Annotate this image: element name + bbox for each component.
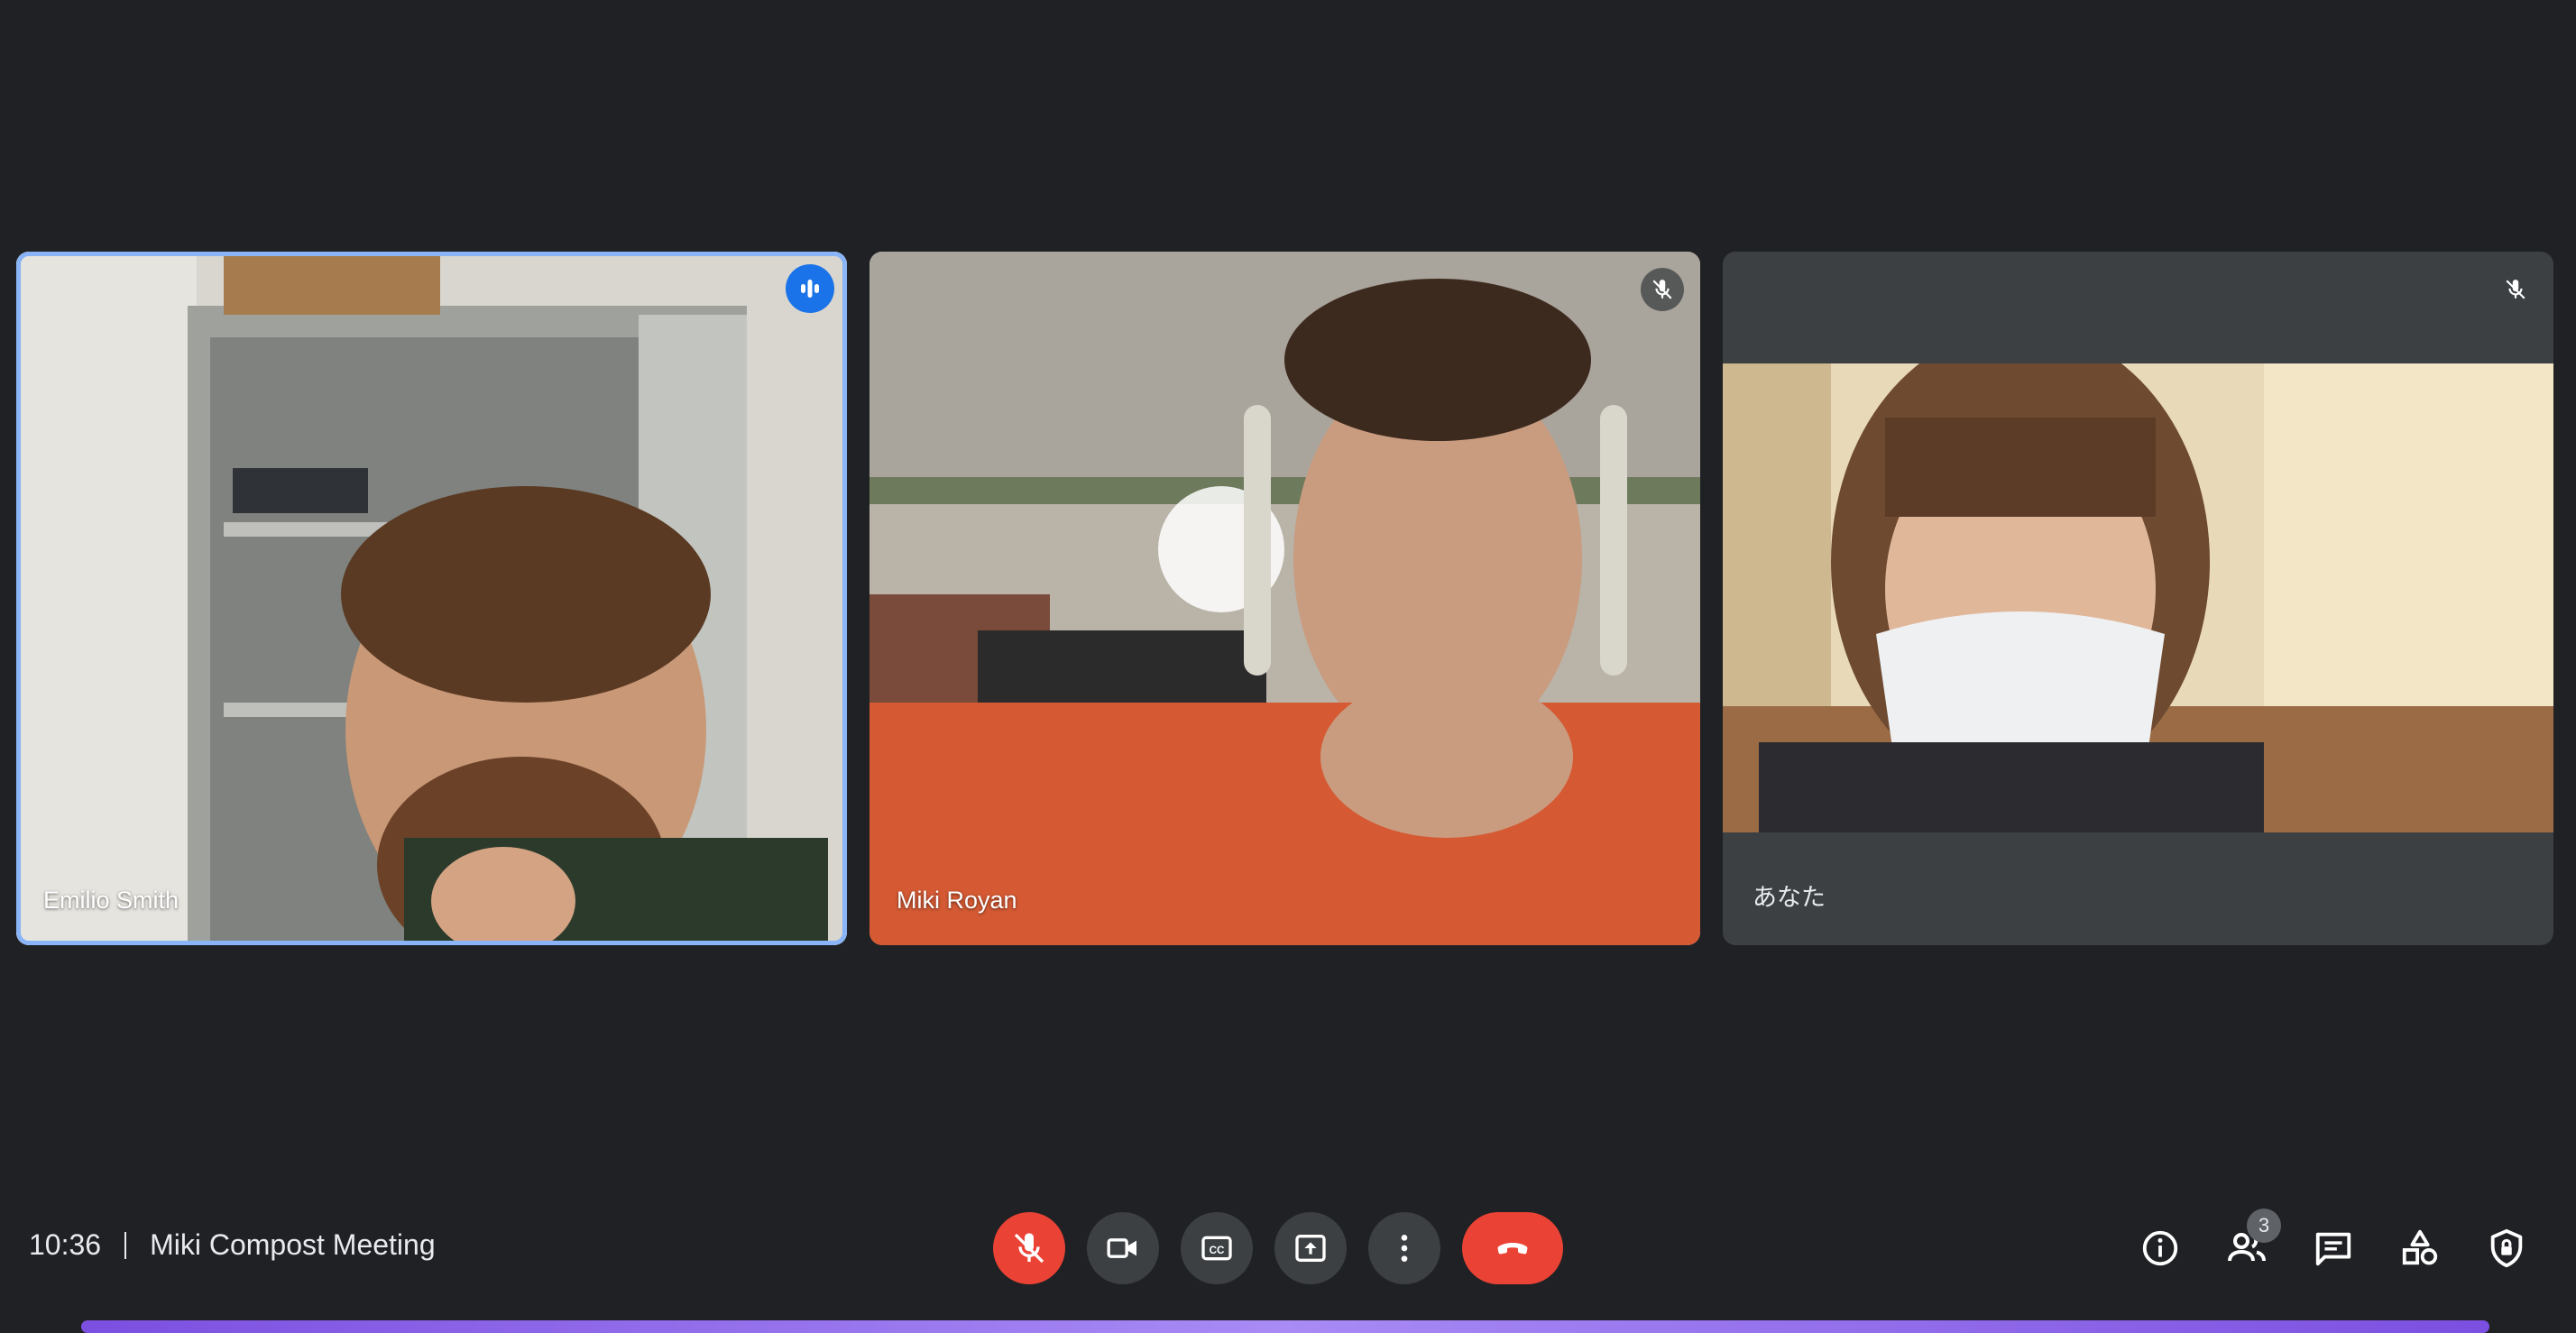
mic-off-icon — [1014, 1233, 1044, 1264]
camera-toggle-button[interactable] — [1087, 1212, 1159, 1284]
present-screen-icon — [1295, 1235, 1326, 1262]
participant-name: Miki Royan — [897, 887, 1017, 914]
call-end-icon — [1497, 1243, 1528, 1255]
videocam-icon — [1107, 1238, 1136, 1258]
present-screen-button[interactable] — [1274, 1212, 1347, 1284]
more-options-button[interactable] — [1368, 1212, 1440, 1284]
svg-text:CC: CC — [1210, 1245, 1225, 1256]
participant-tile-self[interactable]: あなた — [1723, 252, 2553, 945]
people-button[interactable]: 3 — [2218, 1209, 2281, 1277]
speaking-indicator-icon — [786, 264, 834, 313]
activities-icon — [2402, 1229, 2438, 1265]
closed-captions-icon: CC — [1201, 1236, 1232, 1261]
participant-tile-miki-royan[interactable]: Miki Royan — [869, 252, 1700, 945]
bottom-toolbar: 10:36 Miki Compost Meeting CC 3 — [0, 1200, 2576, 1297]
meeting-title: Miki Compost Meeting — [150, 1228, 436, 1261]
participant-name: Emilio Smith — [43, 887, 179, 914]
chat-button[interactable] — [2305, 1219, 2362, 1277]
info-icon — [2142, 1230, 2178, 1266]
mic-off-icon — [2494, 268, 2537, 311]
meeting-time: 10:36 — [29, 1228, 102, 1261]
captions-button[interactable]: CC — [1181, 1212, 1253, 1284]
participant-tile-emilio-smith[interactable]: Emilio Smith — [16, 252, 847, 945]
bottom-accent-strip — [81, 1320, 2489, 1333]
shield-lock-icon — [2490, 1228, 2523, 1268]
participant-video — [16, 252, 847, 945]
mic-off-icon — [1641, 268, 1684, 311]
participant-count-badge: 3 — [2247, 1209, 2281, 1243]
meet-stage: Emilio Smith Miki Royan あなた 10:36 Miki C… — [0, 0, 2576, 1333]
meeting-info: 10:36 Miki Compost Meeting — [29, 1228, 436, 1262]
participant-video — [869, 252, 1700, 945]
activities-button[interactable] — [2391, 1219, 2449, 1277]
leave-call-button[interactable] — [1462, 1212, 1563, 1284]
more-vert-icon — [1401, 1235, 1408, 1262]
participant-name: あなた — [1753, 884, 1826, 911]
participant-video — [1723, 363, 2553, 832]
meeting-details-button[interactable] — [2131, 1219, 2189, 1277]
divider — [124, 1231, 127, 1259]
host-controls-button[interactable] — [2478, 1219, 2535, 1277]
chat-icon — [2315, 1232, 2351, 1266]
mic-toggle-button[interactable] — [993, 1212, 1065, 1284]
